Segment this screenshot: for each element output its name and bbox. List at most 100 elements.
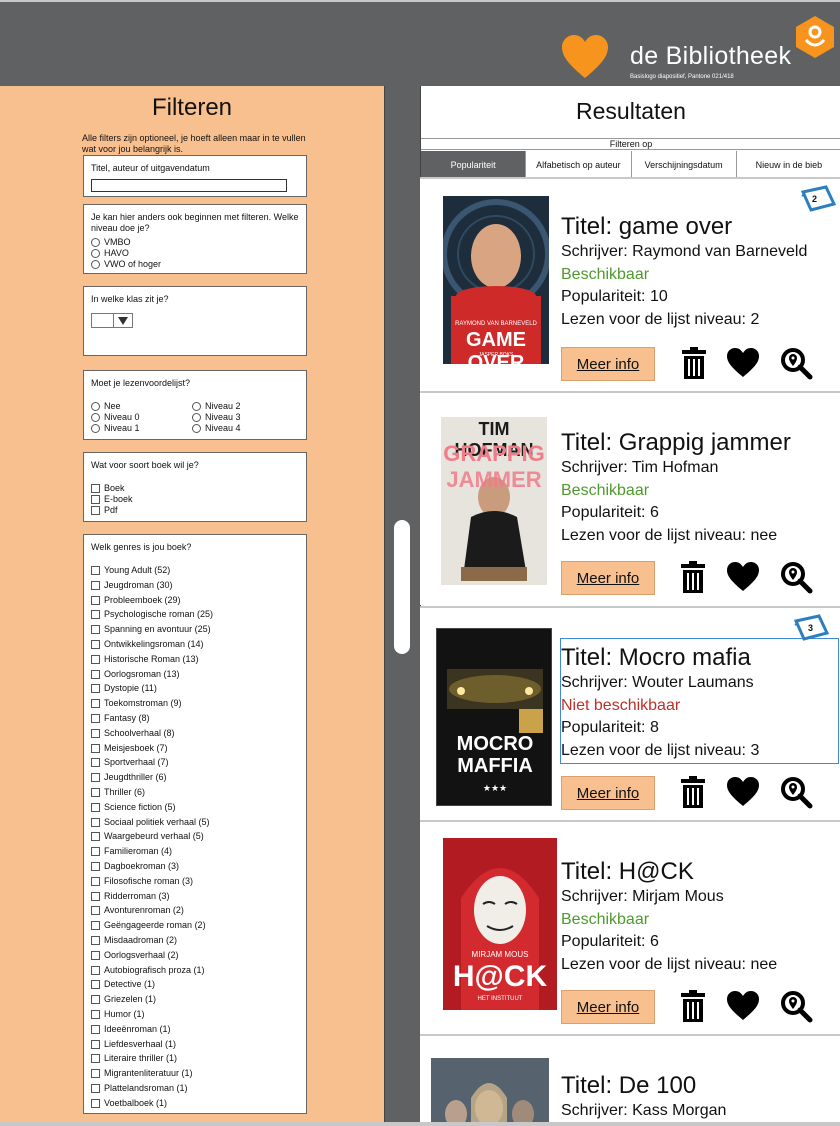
tab-populariteit[interactable]: Populariteit xyxy=(421,151,527,178)
checkbox[interactable] xyxy=(91,610,100,620)
genre-option[interactable]: Sociaal politiek verhaal (5) xyxy=(91,817,210,828)
radio-button[interactable] xyxy=(91,238,100,247)
more-info-button[interactable]: Meer info xyxy=(561,347,655,381)
checkbox[interactable] xyxy=(91,506,100,515)
checkbox[interactable] xyxy=(91,950,100,960)
heart-icon[interactable] xyxy=(726,775,760,809)
tab-nieuw[interactable]: Nieuw in de bieb xyxy=(736,151,840,178)
dropdown-arrow-icon[interactable] xyxy=(114,314,132,327)
location-search-icon[interactable] xyxy=(779,775,813,809)
tab-verschijningsdatum[interactable]: Verschijningsdatum xyxy=(631,151,737,178)
genre-option[interactable]: Jeugdroman (30) xyxy=(91,580,173,591)
genre-option[interactable]: Dystopie (11) xyxy=(91,683,157,694)
radio-button[interactable] xyxy=(91,402,100,411)
checkbox[interactable] xyxy=(91,1098,100,1108)
checkbox[interactable] xyxy=(91,595,100,605)
checkbox[interactable] xyxy=(91,1039,100,1049)
book-cover-game-over[interactable]: RAYMOND VAN BARNEVELD GAME OVER JASPER B… xyxy=(443,196,549,364)
lijst-option-niveau-1[interactable]: Niveau 1 xyxy=(91,423,140,434)
tab-alfabetisch[interactable]: Alfabetisch op auteur xyxy=(526,151,632,178)
soort-option-pdf[interactable]: Pdf xyxy=(91,505,118,516)
genre-option[interactable]: Science fiction (5) xyxy=(91,802,176,813)
klas-select[interactable] xyxy=(91,313,133,328)
trash-icon[interactable] xyxy=(676,775,710,809)
genre-option[interactable]: Oorlogsverhaal (2) xyxy=(91,950,179,961)
checkbox[interactable] xyxy=(91,862,100,871)
lijst-option-niveau-4[interactable]: Niveau 4 xyxy=(192,423,241,434)
more-info-button[interactable]: Meer info xyxy=(561,990,655,1024)
niveau-option-vmbo[interactable]: VMBO xyxy=(91,237,131,248)
radio-button[interactable] xyxy=(91,249,100,258)
genre-option[interactable]: Literaire thriller (1) xyxy=(91,1053,177,1064)
genre-option[interactable]: Probleemboek (29) xyxy=(91,595,181,606)
checkbox[interactable] xyxy=(91,640,100,649)
checkbox[interactable] xyxy=(91,758,100,768)
checkbox[interactable] xyxy=(91,566,100,575)
genre-option[interactable]: Meisjesboek (7) xyxy=(91,743,168,754)
genre-option[interactable]: Plattelandsroman (1) xyxy=(91,1083,188,1094)
search-input[interactable] xyxy=(91,179,287,192)
genre-option[interactable]: Filosofische roman (3) xyxy=(91,876,193,887)
checkbox[interactable] xyxy=(91,965,100,975)
checkbox[interactable] xyxy=(91,625,100,635)
heart-icon[interactable] xyxy=(726,560,760,594)
genre-option[interactable]: Psychologische roman (25) xyxy=(91,609,213,620)
book-cover-mocro-mafia[interactable]: MOCRO MAFFIA ★★★ xyxy=(436,628,552,806)
genre-option[interactable]: Thriller (6) xyxy=(91,787,145,798)
checkbox[interactable] xyxy=(91,891,100,901)
radio-button[interactable] xyxy=(192,413,201,422)
genre-option[interactable]: Ontwikkelingsroman (14) xyxy=(91,639,204,650)
checkbox[interactable] xyxy=(91,921,100,931)
genre-option[interactable]: Waargebeurd verhaal (5) xyxy=(91,831,204,842)
checkbox[interactable] xyxy=(91,669,100,679)
checkbox[interactable] xyxy=(91,484,100,493)
genre-option[interactable]: Liefdesverhaal (1) xyxy=(91,1039,176,1050)
genre-option[interactable]: Misdaadroman (2) xyxy=(91,935,177,946)
checkbox[interactable] xyxy=(91,699,100,709)
heart-icon[interactable] xyxy=(726,989,760,1023)
checkbox[interactable] xyxy=(91,788,100,797)
genre-option[interactable]: Geëngageerde roman (2) xyxy=(91,920,206,931)
genre-option[interactable]: Sportverhaal (7) xyxy=(91,757,169,768)
niveau-option-havo[interactable]: HAVO xyxy=(91,248,129,259)
location-search-icon[interactable] xyxy=(779,560,813,594)
checkbox[interactable] xyxy=(91,936,100,945)
genre-option[interactable]: Ridderroman (3) xyxy=(91,891,170,902)
book-cover-de-100[interactable] xyxy=(431,1058,549,1126)
checkbox[interactable] xyxy=(91,714,100,723)
niveau-option-vwo[interactable]: VWO of hoger xyxy=(91,259,161,270)
genre-option[interactable]: Historische Roman (13) xyxy=(91,654,199,665)
checkbox[interactable] xyxy=(91,1084,100,1093)
genre-option[interactable]: Toekomstroman (9) xyxy=(91,698,182,709)
scroll-handle[interactable] xyxy=(394,520,410,654)
checkbox[interactable] xyxy=(91,1069,100,1079)
genre-option[interactable]: Ideeënroman (1) xyxy=(91,1024,171,1035)
lijst-option-niveau-2[interactable]: Niveau 2 xyxy=(192,401,241,412)
soort-option-eboek[interactable]: E-boek xyxy=(91,494,133,505)
genre-option[interactable]: Humor (1) xyxy=(91,1009,145,1020)
book-cover-hack[interactable]: MIRJAM MOUS H@CK HET INSTITUUT xyxy=(443,838,557,1010)
location-search-icon[interactable] xyxy=(779,989,813,1023)
checkbox[interactable] xyxy=(91,684,100,694)
checkbox[interactable] xyxy=(91,995,100,1005)
radio-button[interactable] xyxy=(91,260,100,269)
genre-option[interactable]: Avonturenroman (2) xyxy=(91,905,184,916)
checkbox[interactable] xyxy=(91,1054,100,1064)
genre-option[interactable]: Schoolverhaal (8) xyxy=(91,728,175,739)
genre-option[interactable]: Jeugdthriller (6) xyxy=(91,772,167,783)
checkbox[interactable] xyxy=(91,743,100,753)
checkbox[interactable] xyxy=(91,832,100,842)
more-info-button[interactable]: Meer info xyxy=(561,776,655,810)
checkbox[interactable] xyxy=(91,802,100,812)
checkbox[interactable] xyxy=(91,580,100,590)
checkbox[interactable] xyxy=(91,1024,100,1034)
genre-option[interactable]: Detective (1) xyxy=(91,979,155,990)
heart-icon[interactable] xyxy=(726,346,760,380)
radio-button[interactable] xyxy=(192,424,201,433)
genre-option[interactable]: Spanning en avontuur (25) xyxy=(91,624,211,635)
soort-option-boek[interactable]: Boek xyxy=(91,483,125,494)
checkbox[interactable] xyxy=(91,847,100,857)
checkbox[interactable] xyxy=(91,980,100,990)
lijst-option-niveau-0[interactable]: Niveau 0 xyxy=(91,412,140,423)
more-info-button[interactable]: Meer info xyxy=(561,561,655,595)
